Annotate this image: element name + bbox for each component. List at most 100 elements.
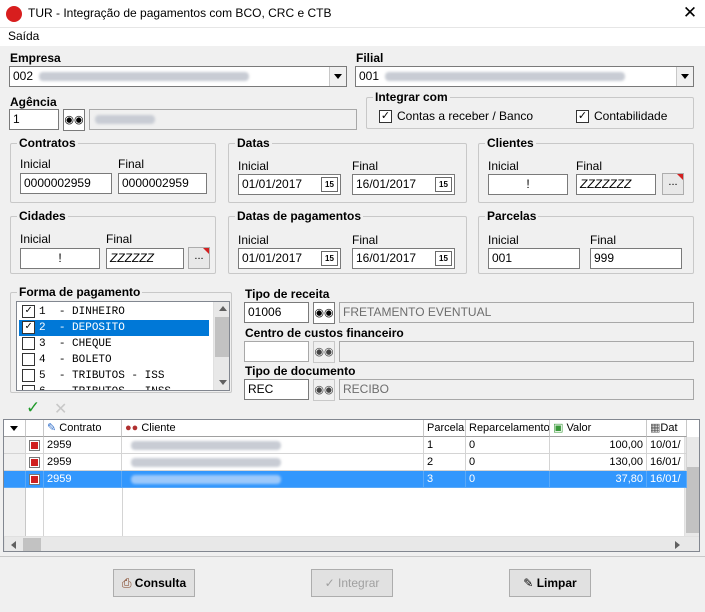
forma-pagamento-item[interactable]: ✓ 1 - DINHEIRO [19,304,209,320]
calendar-icon[interactable]: 15 [321,177,338,192]
cliente-name-redacted [131,457,281,467]
limpar-button[interactable]: ✎ Limpar [509,569,591,597]
forma-pagamento-item[interactable]: 4 - BOLETO [19,352,209,368]
table-row[interactable]: 2959 1 0 100,00 10/01/ [4,437,687,454]
scroll-up-icon[interactable] [219,306,227,311]
grid-hscroll[interactable] [4,536,699,551]
cliente-name-redacted [131,440,281,450]
contabilidade-checkbox[interactable]: ✓ [576,110,589,123]
forma-pagamento-item[interactable]: 5 - TRIBUTOS - ISS [19,368,209,384]
search-binoculars-icon[interactable]: ◉◉ [313,379,335,401]
check-icon: ✓ [577,110,588,122]
parcelas-final-input[interactable]: 999 [590,248,682,269]
forma-pagamento-item[interactable]: 6 - TRIBUTOS - INSS [19,384,209,390]
list-scrollbar[interactable] [213,302,229,390]
scroll-thumb[interactable] [215,317,229,357]
cidades-final-input[interactable]: ZZZZZZ [106,248,184,269]
col-header-data[interactable]: ▦Dat [647,420,687,437]
col-header-valor[interactable]: ▣ Valor [550,420,647,437]
integrar-button[interactable]: ✓ Integrar [311,569,393,597]
row-indicator[interactable] [4,454,26,471]
datas-pag-final-label: Final [352,233,379,247]
parcelas-title: Parcelas [485,209,539,223]
title-bar: TUR - Integração de pagamentos com BCO, … [0,0,705,28]
agencia-label: Agência [10,95,57,109]
row-check-cell[interactable] [26,471,44,488]
contratos-inicial-input[interactable]: 0000002959 [20,173,112,194]
row-indicator[interactable] [4,471,26,488]
cidades-inicial-input[interactable]: ! [20,248,100,269]
agencia-input[interactable]: 1 [9,109,59,130]
chevron-down-icon[interactable] [329,67,346,86]
chevron-down-icon[interactable] [676,67,693,86]
checkbox[interactable] [22,369,35,382]
tipo-receita-code-input[interactable]: 01006 [244,302,309,323]
filial-combo[interactable]: 001 [355,66,694,87]
clientes-lookup-button[interactable]: ... [662,173,684,195]
close-icon[interactable]: ✕ [680,3,700,23]
contratos-final-input[interactable]: 0000002959 [118,173,207,194]
search-binoculars-icon[interactable]: ◉◉ [63,109,85,131]
search-binoculars-icon[interactable]: ◉◉ [313,302,335,324]
col-header-cliente[interactable]: ●● Cliente [122,420,424,437]
scroll-right-icon[interactable] [675,541,680,549]
users-icon: ●● [125,422,139,434]
tipo-receita-desc: FRETAMENTO EVENTUAL [339,302,694,323]
remove-icon[interactable] [29,474,40,485]
row-check-cell[interactable] [26,454,44,471]
empresa-combo[interactable]: 002 [9,66,347,87]
col-header-contrato[interactable]: ✎ Contrato [44,420,122,437]
app-icon [6,6,22,22]
table-row[interactable]: 2959 3 0 37,80 16/01/ [4,471,687,488]
row-check-cell[interactable] [26,437,44,454]
broom-icon: ✎ [523,576,534,590]
remove-icon[interactable] [29,457,40,468]
datas-pag-inicial-value: 01/01/2017 [242,251,303,265]
parcelas-inicial-input[interactable]: 001 [488,248,580,269]
calendar-icon[interactable]: 15 [321,251,338,266]
cidades-lookup-button[interactable]: ... [188,247,210,269]
forma-pagamento-item[interactable]: 3 - CHEQUE [19,336,209,352]
datas-pag-final-input[interactable]: 16/01/2017 15 [352,248,455,269]
centro-custos-code-input[interactable] [244,341,309,362]
cancel-x-icon[interactable]: ✕ [54,399,67,419]
row-indicator[interactable] [4,437,26,454]
checkbox[interactable]: ✓ [22,305,35,318]
forma-pagamento-item-label: 6 - TRIBUTOS - INSS [39,384,171,390]
checkbox[interactable] [22,353,35,366]
checkbox[interactable] [22,385,35,390]
remove-icon[interactable] [29,440,40,451]
forma-pagamento-item-label: 4 - BOLETO [39,352,112,368]
confirm-check-icon[interactable]: ✓ [26,398,40,418]
grid-hscroll-thumb[interactable] [23,538,41,551]
datas-inicial-input[interactable]: 01/01/2017 15 [238,174,341,195]
checkbox[interactable] [22,337,35,350]
grid-vscroll-thumb[interactable] [686,467,699,533]
cell-cliente [122,471,424,488]
clientes-final-input[interactable]: ZZZZZZZ [576,174,656,195]
datas-pag-inicial-input[interactable]: 01/01/2017 15 [238,248,341,269]
checkbox[interactable]: ✓ [22,321,35,334]
menu-saida[interactable]: Saída [8,29,39,43]
consulta-button[interactable]: ⎙ Consulta [113,569,195,597]
forma-pagamento-item[interactable]: ✓ 2 - DEPOSITO [19,320,209,336]
forma-pagamento-list[interactable]: ✓ 1 - DINHEIRO ✓ 2 - DEPOSITO 3 - CHEQUE 4 - … [16,301,230,391]
scroll-down-icon[interactable] [219,380,227,385]
results-grid[interactable]: ✎ Contrato ●● Cliente Parcela Reparcelam… [3,419,700,552]
clientes-inicial-label: Inicial [488,159,519,173]
clientes-inicial-input[interactable]: ! [488,174,568,195]
datas-final-input[interactable]: 16/01/2017 15 [352,174,455,195]
agencia-desc [89,109,357,130]
col-header-parcela[interactable]: Parcela [424,420,466,437]
calendar-icon[interactable]: 15 [435,177,452,192]
calendar-icon[interactable]: 15 [435,251,452,266]
table-row[interactable]: 2959 2 0 130,00 16/01/ [4,454,687,471]
tipo-documento-code-input[interactable]: REC [244,379,309,400]
datas-pag-group: Datas de pagamentos Inicial 01/01/2017 15… [228,209,467,274]
col-header-reparcelamento[interactable]: Reparcelamento [466,420,550,437]
search-binoculars-icon[interactable]: ◉◉ [313,341,335,363]
item-text: - CHEQUE [58,338,112,350]
scroll-left-icon[interactable] [11,541,16,549]
contas-checkbox[interactable]: ✓ [379,110,392,123]
chevron-down-icon [10,426,18,431]
